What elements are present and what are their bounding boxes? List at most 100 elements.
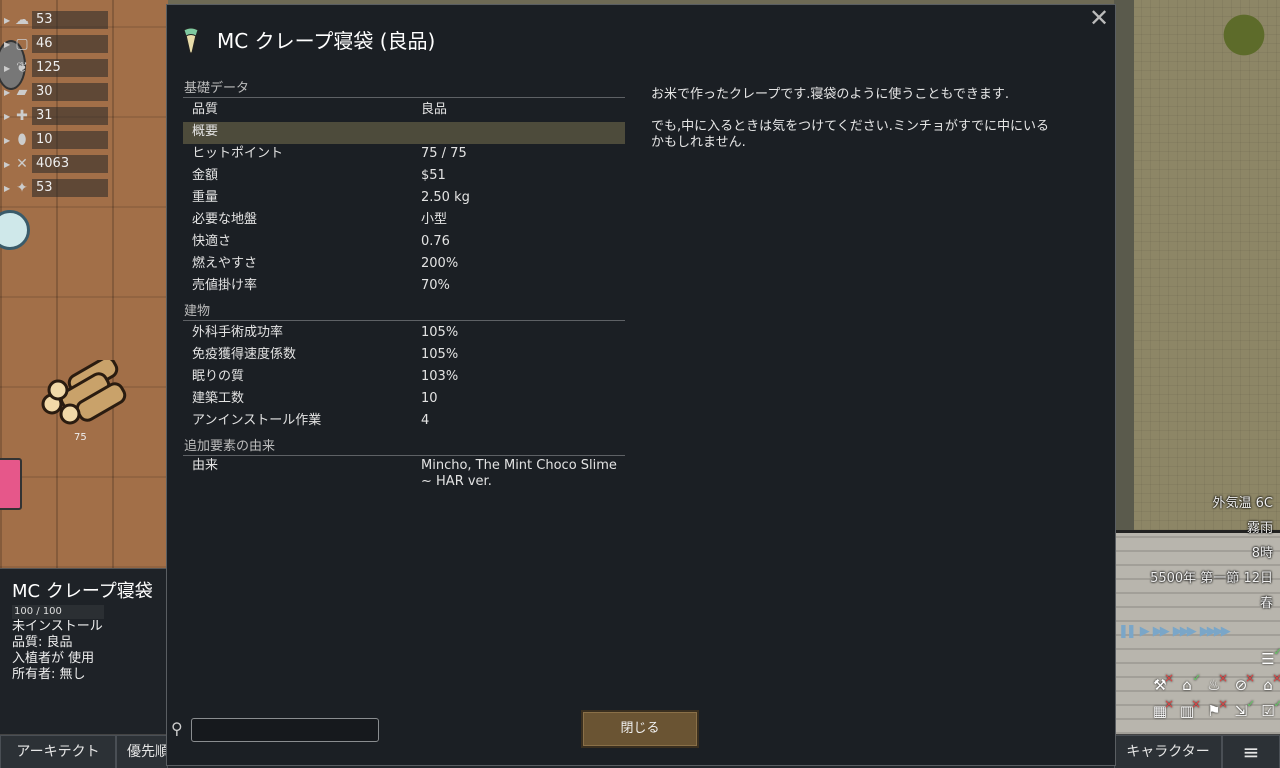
stat-label: 快適さ — [192, 234, 232, 249]
stat-value: 200% — [421, 256, 459, 271]
inspect-line: 未インストール — [12, 619, 103, 634]
stats-table: 基礎データ品質 良品概要ヒットポイント 75 / 75 金額 $51 重量 2.50 kg 必… — [183, 79, 625, 496]
stat-value: 105% — [421, 325, 459, 340]
berry-icon: ❦ — [16, 60, 28, 76]
play-speed-2-icon[interactable]: ▶▶ — [1153, 624, 1170, 639]
resource-row[interactable]: ▶ ✚ 31 — [4, 104, 108, 128]
plate-object[interactable] — [0, 210, 30, 250]
stat-value: 10 — [421, 391, 438, 406]
inspect-pane: MC クレープ寝袋 100 / 100 未インストール 品質: 良品 入植者が 使用… — [0, 568, 168, 734]
cloud-icon: ☁ — [15, 12, 29, 28]
stat-row[interactable]: 免疫獲得速度係数 105% — [183, 345, 625, 367]
stat-row[interactable]: 燃えやすさ 200% — [183, 254, 625, 276]
wood-log-stack-icon[interactable] — [40, 360, 130, 430]
resource-row[interactable]: ▶ ▢ 46 — [4, 32, 108, 56]
search-input[interactable] — [191, 718, 379, 742]
stat-value: 70% — [421, 278, 450, 293]
stats-toggle-icon[interactable]: ▥ — [1175, 693, 1201, 722]
resource-row[interactable]: ▶ ☁ 53 — [4, 8, 108, 32]
stat-category-header: 追加要素の由来 — [183, 437, 625, 456]
resource-row[interactable]: ▶ ✦ 53 — [4, 176, 108, 200]
stat-value: 小型 — [421, 212, 448, 227]
stat-label: 外科手術成功率 — [192, 325, 284, 340]
resource-count: 125 — [32, 59, 108, 77]
menu-icon[interactable]: ≡ — [1222, 735, 1280, 768]
description-paragraph: でも,中に入るときは気をつけてください.ミンチョがすでに中にいるかもしれません. — [651, 119, 1050, 150]
play-settings-toggles: ☰ ⚒ ⌂ ♨ ⊘ ⌂ ▦ ▥ ⚑ ⇲ ☑ — [1146, 642, 1280, 726]
priority-tab-button[interactable]: 優先順 — [116, 735, 168, 768]
inspect-hp-bar: 100 / 100 — [12, 605, 104, 619]
architect-tab-button[interactable]: アーキテクト — [0, 735, 116, 768]
stat-label: 免疫獲得速度係数 — [192, 347, 297, 362]
play-speed-3-icon[interactable]: ▶▶▶ — [1173, 624, 1197, 639]
inspect-line: 所有者: 無し — [12, 667, 86, 682]
inspect-hp-text: 100 / 100 — [14, 606, 62, 617]
play-speed-4-icon[interactable]: ▶▶▶▶ — [1200, 624, 1231, 639]
resource-count: 46 — [32, 35, 108, 53]
resource-row[interactable]: ▶ ✕ 4063 — [4, 152, 108, 176]
stat-label: 眠りの質 — [192, 369, 245, 384]
expand-arrow-icon[interactable]: ▶ — [4, 184, 12, 193]
expand-arrow-icon[interactable]: ▶ — [4, 64, 12, 73]
resource-row[interactable]: ▶ ▰ 30 — [4, 80, 108, 104]
pause-icon[interactable]: ❚❚ — [1118, 624, 1137, 639]
stat-row[interactable]: 外科手術成功率 105% — [183, 323, 625, 345]
stat-row[interactable]: アンインストール作業 4 — [183, 411, 625, 433]
forbid-toggle-icon[interactable]: ⊘ — [1229, 667, 1255, 696]
expand-arrow-icon[interactable]: ▶ — [4, 16, 12, 25]
date-text: 5500年 第一節 12日 — [1150, 571, 1273, 586]
stat-row[interactable]: 概要 — [183, 122, 625, 144]
item-description: お米で作ったクレープです.寝袋のように使うこともできます. でも,中に入るときは気… — [651, 87, 1059, 167]
stat-value: 103% — [421, 369, 459, 384]
resource-count: 30 — [32, 83, 108, 101]
pill-icon: ⬮ — [17, 132, 27, 148]
map-view-right[interactable] — [1114, 0, 1280, 530]
stat-row[interactable]: 必要な地盤 小型 — [183, 210, 625, 232]
resource-row[interactable]: ▶ ❦ 125 — [4, 56, 108, 80]
stat-value — [421, 122, 625, 144]
roof-toggle-icon[interactable]: ⌂ — [1256, 667, 1280, 696]
expand-arrow-icon[interactable]: ▶ — [4, 160, 12, 169]
expand-arrow-icon[interactable]: ▶ — [4, 112, 12, 121]
expand-arrow-icon[interactable]: ▶ — [4, 40, 12, 49]
expand-arrow-icon[interactable]: ▶ — [4, 136, 12, 145]
stat-row[interactable]: 重量 2.50 kg — [183, 188, 625, 210]
resource-row[interactable]: ▶ ⬮ 10 — [4, 128, 108, 152]
stat-label: 品質 — [192, 102, 219, 117]
play-speed-1-icon[interactable]: ▶ — [1140, 624, 1150, 639]
time-text: 8時 — [1251, 546, 1273, 561]
close-button[interactable]: 閉じる — [581, 710, 699, 748]
expand-toggle-icon[interactable]: ⇲ — [1229, 694, 1255, 722]
stat-row[interactable]: 金額 $51 — [183, 166, 625, 188]
stone-icon: ▢ — [15, 36, 29, 52]
stat-label: 燃えやすさ — [192, 256, 258, 271]
checklist-toggle-icon[interactable]: ☑ — [1256, 694, 1280, 722]
season-text: 春 — [1259, 596, 1273, 611]
stat-value: 0.76 — [421, 234, 450, 249]
stat-row[interactable]: 快適さ 0.76 — [183, 232, 625, 254]
stat-row[interactable]: 建築工数 10 — [183, 389, 625, 411]
bush-object[interactable] — [1220, 0, 1280, 70]
characters-tab-button[interactable]: キャラクター — [1114, 735, 1222, 768]
stat-row[interactable]: ヒットポイント 75 / 75 — [183, 144, 625, 166]
stat-row[interactable]: 眠りの質 103% — [183, 367, 625, 389]
stat-label: 金額 — [192, 168, 219, 183]
zone-toggle-icon[interactable]: ▦ — [1148, 693, 1174, 722]
stat-row[interactable]: 品質 良品 — [183, 100, 625, 122]
stat-value: 105% — [421, 347, 459, 362]
cup-object[interactable] — [0, 458, 22, 510]
crepe-sleeping-bag-icon — [183, 27, 199, 54]
resource-count: 4063 — [32, 155, 108, 173]
description-paragraph: お米で作ったクレープです.寝袋のように使うこともできます. — [651, 87, 1009, 102]
search-icon: ⚲ — [171, 719, 183, 738]
gem-icon: ✦ — [16, 180, 28, 196]
stat-category-header: 基礎データ — [183, 79, 625, 98]
stat-row[interactable]: 売値掛け率 70% — [183, 276, 625, 298]
resource-readout: ▶ ☁ 53 ▶ ▢ 46 ▶ ❦ 125 ▶ ▰ 30 ▶ ✚ 31 ▶ ⬮ 10 ▶ ✕ 4063 ▶ ✦ 53 — [4, 8, 108, 200]
close-icon[interactable]: ✕ — [1087, 6, 1111, 31]
stat-label: 概要 — [192, 124, 219, 139]
beauty-toggle-icon[interactable]: ⚑ — [1202, 693, 1228, 722]
expand-arrow-icon[interactable]: ▶ — [4, 88, 12, 97]
stat-row[interactable]: 由来 Mincho, The Mint Choco Slime ~ HAR ver… — [183, 458, 625, 492]
silver-icon: ✕ — [16, 156, 28, 172]
